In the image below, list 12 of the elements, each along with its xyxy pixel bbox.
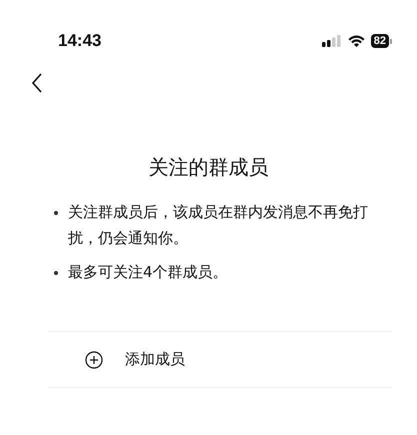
add-icon: [85, 350, 103, 368]
signal-icon: [322, 35, 342, 47]
bullet-icon: [54, 271, 58, 275]
note-text: 关注群成员后，该成员在群内发消息不再免打扰，仍会通知你。: [68, 202, 369, 249]
wifi-icon: [348, 35, 365, 47]
status-time: 14:43: [58, 31, 102, 51]
battery-icon: 82: [370, 34, 392, 48]
bullet-icon: [54, 211, 58, 215]
add-member-button[interactable]: 添加成员: [48, 332, 392, 387]
back-icon[interactable]: [30, 72, 44, 94]
page-title: 关注的群成员: [148, 154, 270, 181]
note-text: 最多可关注4个群成员。: [68, 262, 228, 283]
